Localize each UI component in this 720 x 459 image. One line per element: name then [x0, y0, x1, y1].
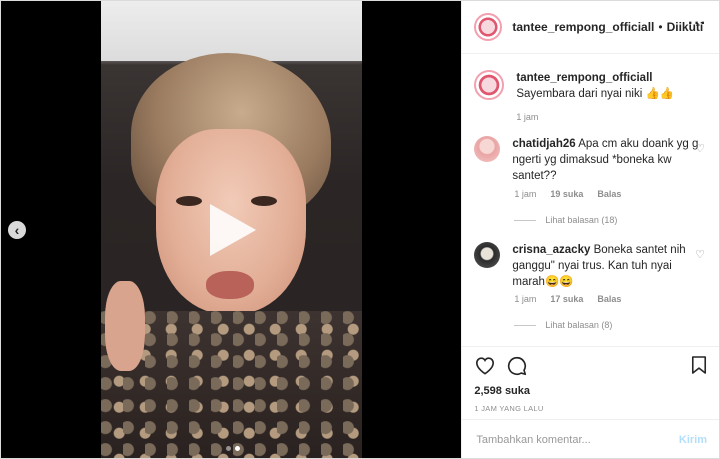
likes-count[interactable]: 2,598 suka	[474, 385, 530, 397]
comment-time[interactable]: 1 jam	[514, 189, 536, 199]
heart-outline-icon[interactable]: ♡	[695, 142, 705, 155]
comment-meta: 1 jam 17 suka Balas	[514, 294, 621, 304]
carousel-indicator	[226, 446, 240, 451]
header-username[interactable]: tantee_rempong_officiall	[512, 20, 654, 34]
comment-text-block: chatidjah26 Apa cm aku doank yg g ngerti…	[512, 136, 702, 184]
avatar[interactable]	[474, 13, 503, 41]
view-replies-label: Lihat balasan (18)	[545, 215, 618, 225]
send-button[interactable]: Kirim	[679, 434, 707, 446]
caption-time[interactable]: 1 jam	[516, 112, 538, 122]
carousel-dot	[226, 446, 231, 451]
comment-likes[interactable]: 19 suka	[550, 189, 583, 199]
more-horizontal-icon[interactable]: ···	[688, 15, 707, 33]
view-replies-label: Lihat balasan (8)	[545, 320, 613, 330]
avatar[interactable]	[474, 242, 501, 268]
avatar[interactable]	[474, 136, 501, 162]
view-replies-button[interactable]: Lihat balasan (18)	[514, 215, 617, 225]
comment-username[interactable]: crisna_azacky	[512, 244, 590, 256]
comment-composer: Kirim	[462, 419, 719, 459]
heart-outline-icon[interactable]: ♡	[695, 248, 705, 261]
replies-divider	[514, 219, 537, 221]
reply-button[interactable]: Balas	[597, 294, 621, 304]
avatar[interactable]	[474, 70, 505, 100]
comments-list: tantee_rempong_officiall Sayembara dari …	[462, 54, 719, 346]
pillow-background	[101, 1, 362, 61]
comment-icon[interactable]	[506, 355, 528, 382]
person-mouth	[206, 271, 254, 299]
media-panel: ‹	[1, 1, 462, 458]
post-actions: 2,598 suka 1 JAM YANG LALU	[462, 346, 719, 413]
list-item: chatidjah26 Apa cm aku doank yg g ngerti…	[474, 136, 709, 184]
comment-input[interactable]	[474, 432, 679, 447]
play-icon[interactable]	[210, 204, 256, 256]
caption-username[interactable]: tantee_rempong_officiall	[516, 72, 652, 84]
caption-text: Sayembara dari nyai niki 👍👍	[516, 88, 675, 100]
header-separator: •	[658, 20, 663, 34]
person-eye-left	[176, 196, 202, 206]
comment-username[interactable]: chatidjah26	[512, 138, 575, 150]
reply-button[interactable]: Balas	[597, 189, 621, 199]
comment-meta: 1 jam 19 suka Balas	[514, 189, 621, 199]
comment-time[interactable]: 1 jam	[514, 294, 536, 304]
post-timestamp: 1 JAM YANG LALU	[474, 404, 544, 413]
caption-text-block: tantee_rempong_officiall Sayembara dari …	[516, 70, 706, 102]
heart-icon[interactable]	[474, 355, 496, 380]
list-item: crisna_azacky Boneka santet nih ganggu" …	[474, 242, 709, 290]
post-dialog: ‹ tantee_rempong_officiall • Diikuti ···…	[0, 0, 720, 459]
comment-text-block: crisna_azacky Boneka santet nih ganggu" …	[512, 242, 702, 290]
person-hand	[105, 281, 145, 371]
bookmark-icon[interactable]	[691, 355, 707, 380]
carousel-dot-active	[235, 446, 240, 451]
comment-likes[interactable]: 17 suka	[550, 294, 583, 304]
view-replies-button[interactable]: Lihat balasan (8)	[514, 320, 612, 330]
post-sidebar: tantee_rempong_officiall • Diikuti ··· t…	[461, 1, 719, 458]
post-header: tantee_rempong_officiall • Diikuti ···	[462, 1, 719, 54]
replies-divider	[514, 324, 537, 326]
chevron-left-icon[interactable]: ‹	[8, 221, 26, 239]
caption: tantee_rempong_officiall Sayembara dari …	[474, 70, 709, 102]
